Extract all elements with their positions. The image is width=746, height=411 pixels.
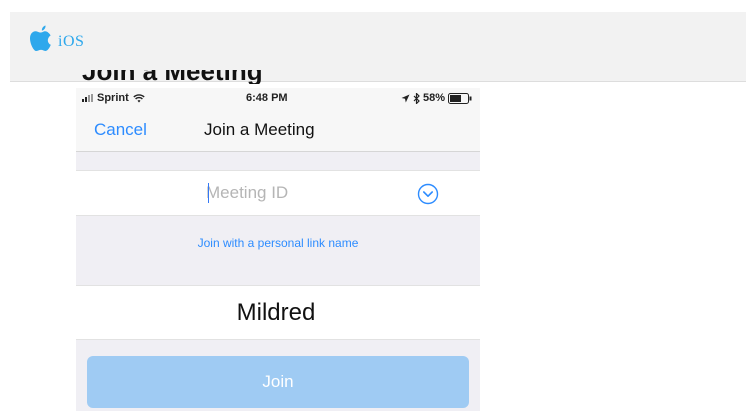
text-cursor xyxy=(208,183,209,203)
join-button[interactable]: Join xyxy=(87,356,469,408)
status-right: 58% xyxy=(401,91,472,105)
bluetooth-icon xyxy=(413,91,420,105)
screen-name-input[interactable] xyxy=(176,298,376,328)
cutoff-heading: Join a Meeting xyxy=(82,70,402,84)
battery-icon xyxy=(448,92,472,104)
meeting-id-input[interactable] xyxy=(206,181,406,205)
ios-label: iOS xyxy=(58,33,85,50)
signal-icon xyxy=(82,94,93,103)
chevron-down-icon[interactable] xyxy=(417,183,439,205)
status-time: 6:48 PM xyxy=(246,92,288,104)
personal-link-button[interactable]: Join with a personal link name xyxy=(76,236,480,250)
apple-icon xyxy=(30,25,51,51)
status-bar: Sprint 6:48 PM 58% xyxy=(76,88,480,108)
location-icon xyxy=(401,94,410,103)
wifi-icon xyxy=(133,93,145,103)
status-left: Sprint xyxy=(82,92,145,104)
nav-bar: Cancel Join a Meeting xyxy=(76,108,480,152)
name-row xyxy=(76,285,480,340)
page-title: Join a Meeting xyxy=(204,120,315,139)
meeting-id-row xyxy=(76,170,480,216)
cutoff-heading-text: Join a Meeting xyxy=(82,70,263,84)
cancel-button[interactable]: Cancel xyxy=(94,120,147,140)
phone-screen: Sprint 6:48 PM 58% Cancel Join a Meeting xyxy=(76,88,480,411)
battery-percent: 58% xyxy=(422,92,445,104)
carrier-label: Sprint xyxy=(97,92,129,104)
